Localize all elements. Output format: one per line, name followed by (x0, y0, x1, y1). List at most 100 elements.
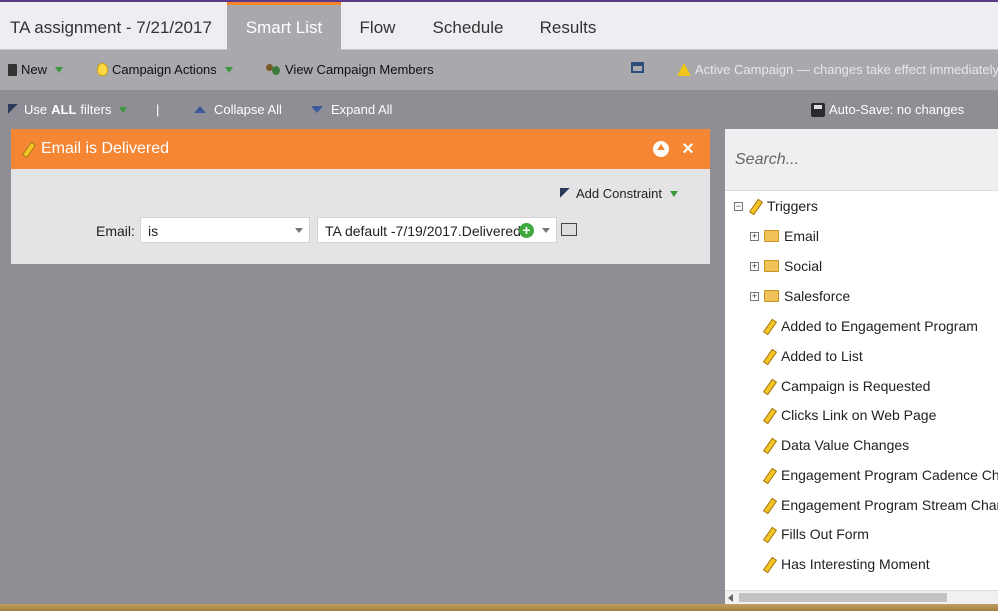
trigger-icon (762, 379, 776, 393)
email-select[interactable]: TA default -7/19/2017.Delivered + (317, 217, 557, 243)
scroll-left-icon[interactable] (728, 594, 733, 602)
close-icon[interactable]: × (680, 139, 696, 159)
tab-flow[interactable]: Flow (341, 2, 414, 50)
expand-node-icon[interactable]: + (750, 291, 759, 301)
chevron-down-icon (542, 228, 550, 233)
dropdown-arrow-icon (55, 66, 64, 73)
filter-icon (560, 187, 572, 200)
bulb-icon (97, 63, 108, 76)
dropdown-arrow-icon (670, 190, 678, 197)
trigger-icon (762, 319, 776, 333)
add-constraint-label: Add Constraint (576, 186, 662, 201)
dropdown-arrow-icon (224, 66, 233, 73)
trigger-list-item[interactable]: Engagement Program Cadence Changes (762, 467, 998, 483)
move-up-icon[interactable] (653, 141, 669, 157)
trigger-list-item[interactable]: Engagement Program Stream Changes (762, 497, 998, 513)
tree-root-triggers[interactable]: − Triggers (734, 198, 818, 214)
autosave-status: Auto-Save: no changes (811, 102, 964, 117)
view-members-label: View Campaign Members (285, 62, 434, 77)
view-campaign-members-button[interactable]: View Campaign Members (265, 62, 434, 77)
lookup-icon[interactable] (561, 223, 577, 236)
tree-folder-email[interactable]: + Email (750, 228, 819, 244)
divider: | (156, 102, 160, 117)
collapse-all-button[interactable]: Collapse All (194, 102, 282, 117)
horizontal-scrollbar[interactable] (725, 590, 998, 604)
trigger-label: Engagement Program Stream Changes (781, 497, 998, 513)
use-label: Use (24, 102, 48, 117)
folder-icon (764, 290, 779, 302)
save-icon (811, 102, 825, 117)
collapse-node-icon[interactable]: − (734, 201, 743, 211)
trigger-list-item[interactable]: Added to Engagement Program (762, 318, 978, 334)
search-input[interactable]: Search... (735, 151, 799, 169)
tree-folder-social[interactable]: + Social (750, 258, 822, 274)
window-toggle-button[interactable] (631, 62, 644, 73)
folder-icon (764, 230, 779, 242)
use-all-filters-button[interactable]: Use ALL filters (8, 102, 128, 117)
tab-smart-list[interactable]: Smart List (227, 2, 341, 50)
trigger-list-item[interactable]: Added to List (762, 348, 863, 364)
trigger-icon (762, 408, 776, 422)
active-campaign-warning: Active Campaign — changes take effect im… (677, 62, 998, 77)
trigger-icon (762, 468, 776, 482)
bottom-edge-bar (0, 604, 998, 611)
trigger-label: Data Value Changes (781, 437, 910, 453)
email-value: TA default -7/19/2017.Delivered (325, 223, 521, 239)
trigger-label: Fills Out Form (781, 526, 869, 542)
operator-value: is (148, 223, 159, 239)
expand-all-button[interactable]: Expand All (311, 102, 392, 117)
tree-root-label: Triggers (767, 198, 818, 214)
trigger-list-item[interactable]: Clicks Link on Web Page (762, 407, 936, 423)
tab-schedule[interactable]: Schedule (414, 2, 522, 50)
add-icon[interactable]: + (519, 223, 534, 238)
dropdown-arrow-icon (119, 106, 128, 113)
warning-icon (677, 63, 691, 76)
new-menu-button[interactable]: New (8, 62, 64, 77)
toolbar: New Campaign Actions View Campaign Membe… (0, 50, 998, 90)
all-label: ALL (51, 102, 77, 117)
trigger-list-item[interactable]: Fills Out Form (762, 526, 869, 542)
trigger-icon (748, 199, 762, 213)
trigger-label: Added to Engagement Program (781, 318, 978, 334)
expand-icon (311, 106, 323, 113)
new-label: New (21, 62, 48, 77)
tree-folder-label: Salesforce (784, 288, 851, 304)
trigger-icon (762, 498, 776, 512)
expand-node-icon[interactable]: + (750, 231, 759, 241)
filters-label: filters (80, 102, 112, 117)
search-box[interactable]: Search... (725, 129, 998, 191)
tab-results[interactable]: Results (522, 2, 614, 50)
campaign-actions-button[interactable]: Campaign Actions (97, 62, 233, 77)
tree-folder-salesforce[interactable]: + Salesforce (750, 288, 850, 304)
collapse-icon (194, 106, 206, 113)
campaign-actions-label: Campaign Actions (112, 62, 217, 77)
people-icon (265, 63, 281, 77)
warning-text: Active Campaign — changes take effect im… (695, 62, 998, 77)
trigger-label: Campaign is Requested (781, 378, 931, 394)
filter-options-bar: Use ALL filters | Collapse All Expand Al… (0, 90, 998, 128)
tree-folder-label: Social (784, 258, 823, 274)
trigger-list-item[interactable]: Data Value Changes (762, 437, 909, 453)
email-field-label: Email: (96, 223, 135, 239)
add-constraint-button[interactable]: Add Constraint (560, 186, 678, 201)
filter-card-header: Email is Delivered × (11, 129, 710, 169)
filter-title: Email is Delivered (41, 140, 170, 157)
trigger-library-panel: Search... − Triggers + Email + Social + … (725, 129, 998, 604)
tree-folder-label: Email (784, 228, 820, 244)
scroll-thumb[interactable] (739, 593, 947, 602)
trigger-label: Engagement Program Cadence Changes (781, 467, 998, 483)
filter-card: Email is Delivered × Add Constraint Emai… (11, 129, 710, 264)
trigger-icon (762, 527, 776, 541)
expand-node-icon[interactable]: + (750, 261, 759, 271)
tab-bar: TA assignment - 7/21/2017 Smart List Flo… (0, 2, 998, 50)
operator-select[interactable]: is (140, 217, 310, 243)
trigger-icon (762, 349, 776, 363)
chevron-down-icon (295, 228, 303, 233)
trigger-list-item[interactable]: Has Interesting Moment (762, 556, 930, 572)
trigger-label: Clicks Link on Web Page (781, 407, 937, 423)
expand-all-label: Expand All (331, 102, 393, 117)
folder-icon (764, 260, 779, 272)
trigger-icon (21, 142, 35, 156)
trigger-list-item[interactable]: Campaign is Requested (762, 378, 930, 394)
autosave-label: Auto-Save: no changes (829, 102, 965, 117)
